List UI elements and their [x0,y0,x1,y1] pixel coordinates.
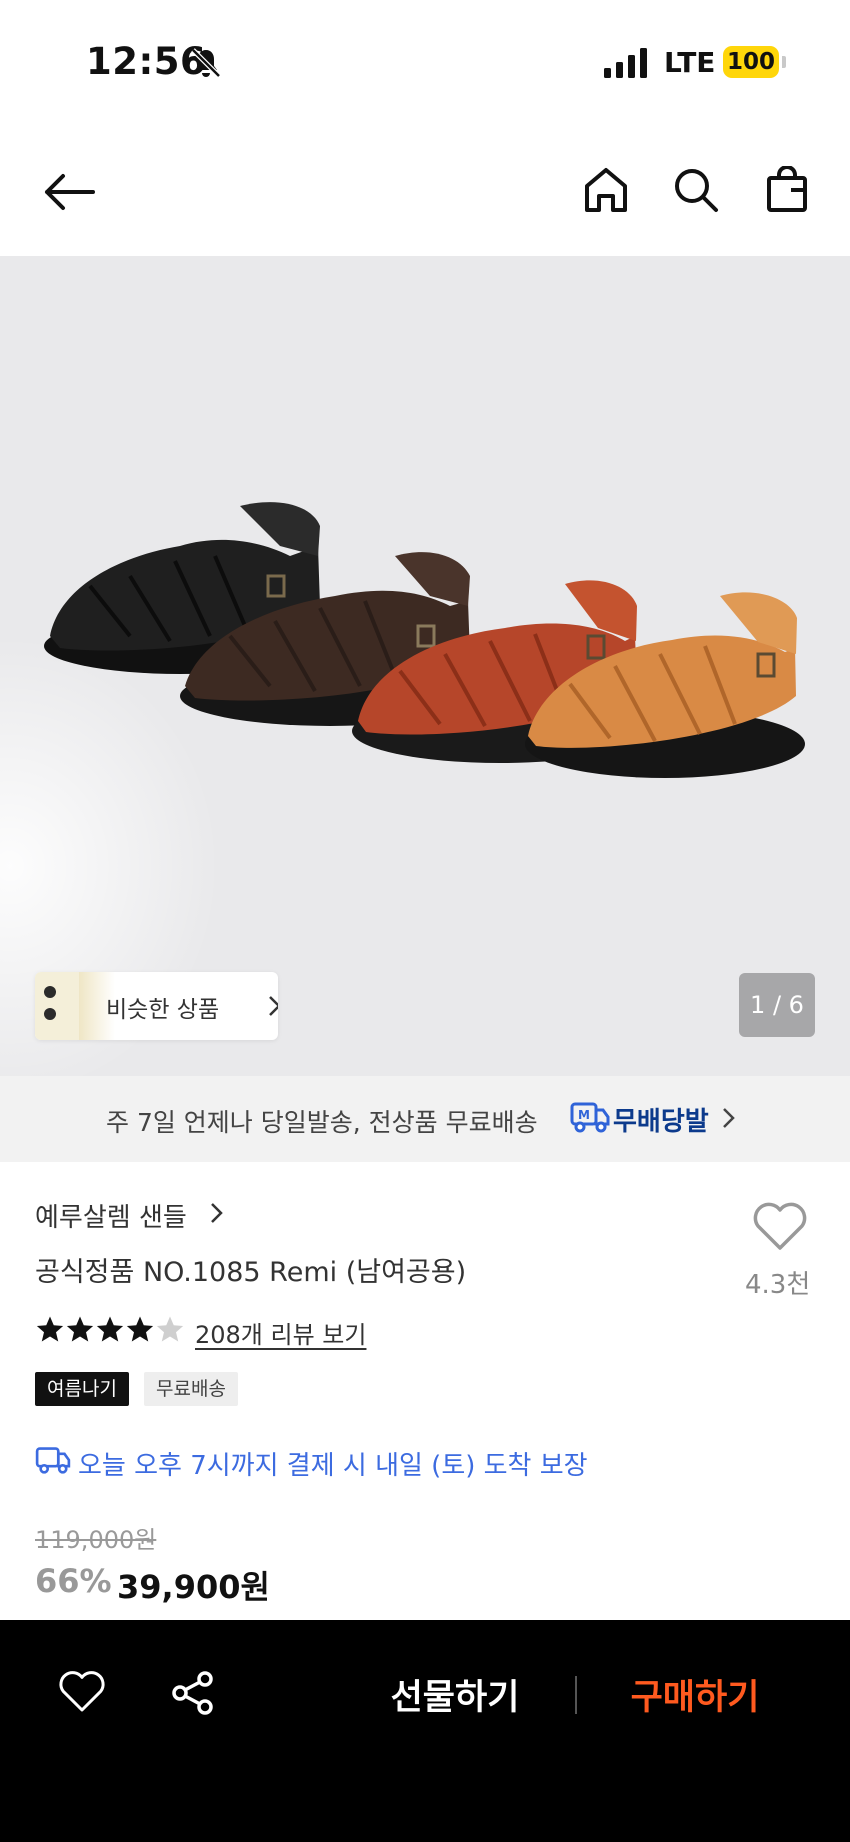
chevron-right-icon [211,1203,223,1223]
product-image-gallery[interactable] [0,256,850,1076]
buy-button[interactable]: 구매하기 [600,1662,790,1726]
similar-product-thumbnail [35,972,79,1040]
signal-icon [604,48,647,78]
delivery-truck-icon [35,1447,71,1474]
brand-link[interactable]: 예루살렘 샌들 [35,1197,187,1234]
star-icon [35,1314,65,1344]
similar-products-label: 비슷한 상품 [106,997,220,1023]
button-divider [575,1676,577,1714]
home-button[interactable] [578,162,634,218]
shipping-banner[interactable]: 주 7일 언제나 당일발송, 전상품 무료배송 M 무배당발 [0,1076,850,1162]
svg-text:M: M [578,1108,590,1122]
sale-price: 39,900원 [117,1568,270,1606]
gift-button[interactable]: 선물하기 [360,1662,550,1726]
status-bar: 12:56 LTE 100 [0,0,850,126]
image-page-indicator: 1 / 6 [739,973,815,1037]
discount-rate: 66% [35,1562,112,1600]
product-title: 공식정품 NO.1085 Remi (남여공용) [35,1257,467,1288]
cart-button[interactable] [759,162,815,218]
delivery-guarantee-text: 오늘 오후 7시까지 결제 시 내일 (토) 도착 보장 [78,1451,588,1481]
product-photo-sandals [44,502,805,778]
shopping-bag-icon [767,166,807,212]
wishlist-heart-icon[interactable] [752,1202,808,1252]
home-icon [585,168,627,212]
chevron-right-icon [723,1108,735,1128]
back-button[interactable] [41,164,97,220]
network-label: LTE [664,46,716,79]
wishlist-count: 4.3천 [745,1270,811,1300]
top-navigation-bar [0,126,850,256]
chevron-right-icon [269,996,278,1016]
like-heart-icon[interactable] [58,1670,106,1714]
search-button[interactable] [668,162,724,218]
delivery-truck-icon: M [570,1102,610,1133]
rating-stars [35,1314,185,1346]
search-icon [675,169,718,212]
original-price: 119,000원 [35,1526,157,1554]
battery-indicator: 100 [723,46,779,78]
star-icon [95,1314,125,1344]
review-link[interactable]: 208개 리뷰 보기 [195,1315,366,1350]
star-icon [155,1314,185,1344]
share-icon[interactable] [170,1670,216,1716]
back-arrow-icon [45,174,95,210]
tag-summer: 여름나기 [35,1372,129,1406]
shipping-banner-text: 주 7일 언제나 당일발송, 전상품 무료배송 [106,1108,538,1137]
bell-muted-icon [191,48,221,78]
bottom-action-bar: 선물하기 구매하기 [0,1620,850,1842]
tag-free-shipping: 무료배송 [144,1372,238,1406]
star-icon [125,1314,155,1344]
free-delivery-badge: 무배당발 [613,1107,709,1137]
similar-products-button[interactable]: 비슷한 상품 [35,972,278,1040]
star-icon [65,1314,95,1344]
battery-tip [782,56,786,68]
